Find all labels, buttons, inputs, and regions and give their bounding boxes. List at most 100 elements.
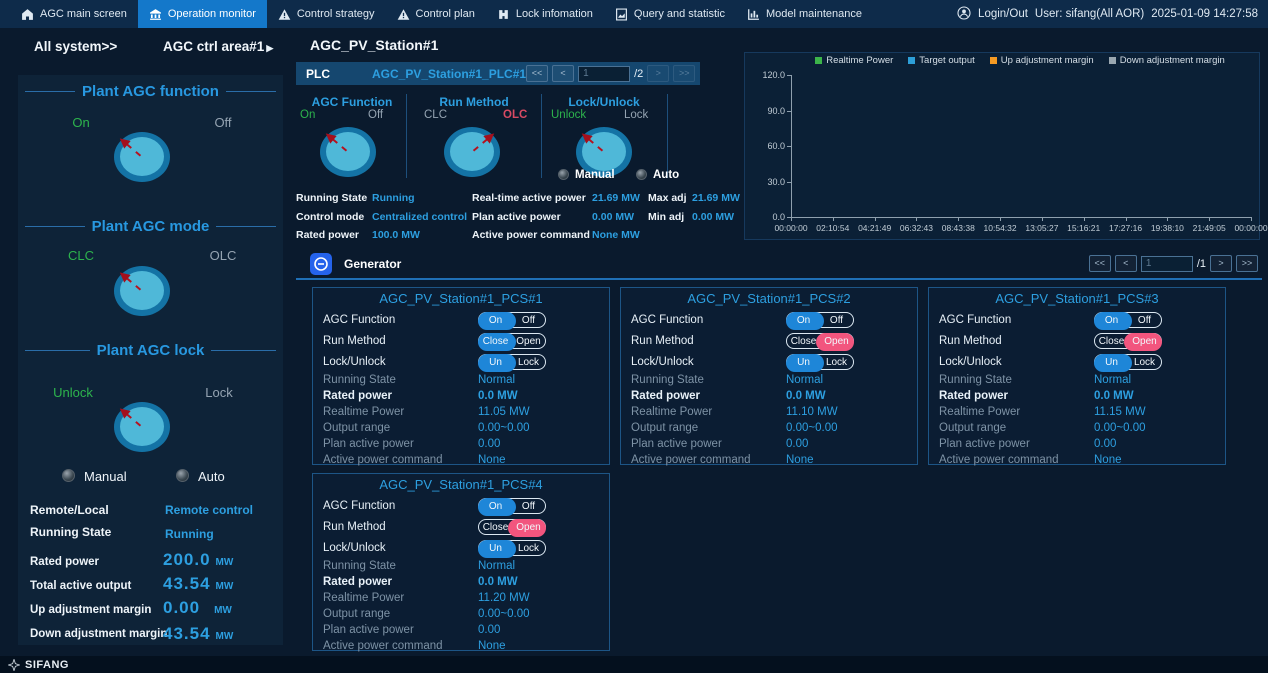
plant-agc-function-knob[interactable] (114, 132, 170, 182)
field-value: Normal (478, 560, 515, 572)
y-tick (787, 146, 791, 147)
plant-agc-mode-knob[interactable] (114, 266, 170, 316)
toggle-option[interactable]: Lock (820, 355, 853, 369)
toggle-option[interactable]: Open (512, 334, 545, 348)
last-page-button[interactable]: >> (673, 65, 695, 82)
user-text: User: sifang(All AOR) (1035, 8, 1144, 20)
field-value: 0.0 MW (786, 390, 826, 402)
toggle-option[interactable]: Lock (512, 355, 545, 369)
generator-icon[interactable] (310, 253, 332, 275)
field-value: Normal (478, 374, 515, 386)
field-row: Realtime Power11.20 MW (313, 590, 609, 606)
toggle-option[interactable]: Close (1095, 334, 1128, 348)
page-input[interactable] (578, 66, 630, 82)
toggle-option[interactable]: Un (479, 541, 512, 555)
plant-agc-mode-title: Plant AGC mode (18, 218, 283, 235)
agc-function-toggle[interactable]: On Off (478, 498, 546, 514)
agc-function-toggle[interactable]: On Off (478, 312, 546, 328)
run-method-toggle[interactable]: Close Open (478, 519, 546, 535)
generator-title: Generator (344, 257, 401, 271)
nav-item-control-plan[interactable]: Control plan (386, 0, 486, 28)
field-value: 0.0 MW (478, 576, 518, 588)
toggle-option[interactable]: Un (1095, 355, 1128, 369)
toggle-option[interactable]: On (787, 313, 820, 327)
run-method-toggle[interactable]: Close Open (786, 333, 854, 349)
login-out-link[interactable]: Login/Out (978, 8, 1028, 20)
remote-local-value: Remote control (165, 503, 253, 517)
nav-item-model-maintenance[interactable]: Model maintenance (736, 0, 873, 28)
toggle-label: Run Method (939, 335, 1094, 347)
toggle-option[interactable]: Close (479, 520, 512, 534)
field-label: Realtime Power (323, 592, 478, 604)
auto-radio[interactable] (176, 469, 189, 482)
plant-agc-lock-knob[interactable] (114, 402, 170, 452)
breadcrumb-agc-ctrl-area[interactable]: AGC ctrl area#1▶ (163, 39, 273, 54)
run-method-toggle[interactable]: Close Open (1094, 333, 1162, 349)
plc-agc-function-knob[interactable] (320, 127, 376, 177)
toggle-option[interactable]: Lock (1128, 355, 1161, 369)
page-input[interactable] (1141, 256, 1193, 272)
toggle-option[interactable]: Off (512, 313, 545, 327)
plc-auto-radio[interactable] (636, 169, 647, 180)
next-page-button[interactable]: > (1210, 255, 1232, 272)
down-adjustment-margin-value: 43.54MW (163, 624, 233, 644)
toggle-option[interactable]: Lock (512, 541, 545, 555)
nav-item-agc-main-screen[interactable]: AGC main screen (10, 0, 138, 28)
nav-item-query-and-statistic[interactable]: Query and statistic (604, 0, 736, 28)
toggle-option[interactable]: Open (1128, 334, 1161, 348)
sifang-brand-text: SIFANG (25, 659, 69, 671)
field-value: Normal (1094, 374, 1131, 386)
nav-item-control-strategy[interactable]: Control strategy (267, 0, 386, 28)
field-label: Output range (939, 422, 1094, 434)
field-label: Active power command (631, 454, 786, 466)
plant-agc-function-off-label: Off (186, 115, 260, 130)
x-tick (1000, 217, 1001, 221)
plc-agc-function-title: AGC Function (312, 95, 393, 109)
last-page-button[interactable]: >> (1236, 255, 1258, 272)
y-tick (787, 111, 791, 112)
toggle-option[interactable]: Close (787, 334, 820, 348)
toggle-option[interactable]: Open (512, 520, 545, 534)
plc-name[interactable]: AGC_PV_Station#1_PLC#1 (372, 67, 526, 81)
toggle-option[interactable]: On (479, 499, 512, 513)
stat-value: 21.69 MW (692, 192, 740, 204)
generator-bar: Generator << < /1 > >> (296, 249, 1262, 280)
first-page-button[interactable]: << (526, 65, 548, 82)
prev-page-button[interactable]: < (1115, 255, 1137, 272)
stat-value: 100.0 MW (372, 229, 472, 241)
breadcrumb-all-system[interactable]: All system>> (34, 39, 117, 54)
x-tick (833, 217, 834, 221)
first-page-button[interactable]: << (1089, 255, 1111, 272)
run-method-toggle[interactable]: Close Open (478, 333, 546, 349)
plant-agc-function-title: Plant AGC function (18, 83, 283, 100)
toggle-option[interactable]: On (1095, 313, 1128, 327)
toggle-option[interactable]: Un (479, 355, 512, 369)
page-total: /2 (634, 68, 643, 80)
pcs-card-title: AGC_PV_Station#1_PCS#1 (313, 291, 609, 309)
toggle-option[interactable]: Off (820, 313, 853, 327)
field-value: 11.20 MW (478, 592, 530, 604)
toggle-option[interactable]: Close (479, 334, 512, 348)
next-page-button[interactable]: > (647, 65, 669, 82)
field-row: Running StateNormal (313, 558, 609, 574)
toggle-row: Lock/Unlock Un Lock (929, 351, 1225, 372)
prev-page-button[interactable]: < (552, 65, 574, 82)
toggle-option[interactable]: Off (1128, 313, 1161, 327)
manual-radio[interactable] (62, 469, 75, 482)
nav-item-lock-infomation[interactable]: Lock infomation (486, 0, 604, 28)
plc-bar: PLC AGC_PV_Station#1_PLC#1 << < /2 > >> (296, 62, 700, 85)
toggle-option[interactable]: Un (787, 355, 820, 369)
lock-unlock-toggle[interactable]: Un Lock (478, 540, 546, 556)
toggle-option[interactable]: On (479, 313, 512, 327)
plc-run-method-knob[interactable] (444, 127, 500, 177)
toggle-option[interactable]: Off (512, 499, 545, 513)
toggle-label: Run Method (631, 335, 786, 347)
agc-function-toggle[interactable]: On Off (786, 312, 854, 328)
agc-function-toggle[interactable]: On Off (1094, 312, 1162, 328)
lock-unlock-toggle[interactable]: Un Lock (1094, 354, 1162, 370)
nav-item-operation-monitor[interactable]: Operation monitor (138, 0, 267, 28)
lock-unlock-toggle[interactable]: Un Lock (786, 354, 854, 370)
lock-unlock-toggle[interactable]: Un Lock (478, 354, 546, 370)
plc-manual-radio[interactable] (558, 169, 569, 180)
toggle-option[interactable]: Open (820, 334, 853, 348)
